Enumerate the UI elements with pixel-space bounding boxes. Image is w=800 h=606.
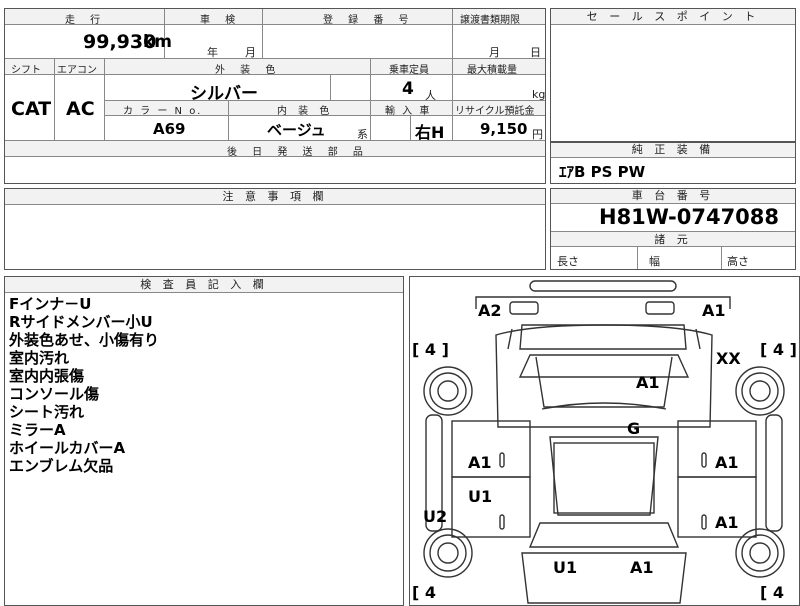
headlight-left [509,301,539,315]
spec-box: 走 行 車 検 登 録 番 号 譲渡書類期限 99,930 km 年 月 月 日… [4,8,546,184]
recycle-unit: 円 [532,128,543,141]
grade-side-left: U2 [423,507,448,526]
caution-box: 注 意 事 項 欄 [4,188,546,270]
grade-rear-right: A1 [630,558,654,577]
wheel-rl [423,528,473,578]
door-rl-outline [451,476,531,538]
note-line: シート汚れ [9,403,85,421]
max-load-label: 最大積載量 [467,65,517,76]
recycle-label: リサイクル預託金 [455,106,535,117]
note-line: コンソール傷 [9,385,100,403]
body-front [495,324,713,428]
capacity-label: 乗車定員 [389,65,429,76]
wheel-fl [423,366,473,416]
mileage-label: 走 行 [65,15,107,26]
roof [549,436,659,516]
front-bumper-bar [529,280,677,292]
rear-window [528,522,680,548]
sales-point-label: セ ー ル ス ポ イ ン ト [551,9,795,25]
windshield [518,354,690,378]
tire-fl-tread: [ 4 ] [412,340,449,359]
interior-value: ベージュ [267,121,326,139]
grille [519,324,687,350]
genuine-label: 純 正 装 備 [551,143,795,158]
later-parts-label: 後 日 発 送 部 品 [227,147,369,158]
ac-label: エアコン [57,65,97,76]
tire-fr-tread: [ 4 ] [760,340,797,359]
note-line: 外装色あせ、小傷有り [9,331,160,349]
transfer-day: 日 [530,46,541,59]
note-line: 室内汚れ [9,349,70,367]
wheel-rr [735,528,785,578]
month-unit: 月 [245,46,256,59]
color-no-label: カ ラ ー N o. [123,106,203,117]
grade-door-fr: A1 [715,453,739,472]
grade-door-rl: U1 [468,487,493,506]
tire-rr-tread: [ 4 [760,583,785,602]
side-strip-right [765,414,783,532]
length-label: 長さ [557,255,579,268]
grade-front-left: A2 [478,301,502,320]
tire-rl-tread: [ 4 [412,583,437,602]
headlight-right [645,301,675,315]
color-no-value: A69 [153,120,186,138]
transfer-month: 月 [489,46,500,59]
year-unit: 年 [207,46,218,59]
registration-label: 登 録 番 号 [323,15,415,26]
shift-label: シフト [11,65,41,76]
interior-label: 内 装 色 [277,106,334,117]
front-outline [475,296,731,309]
dims-label: 諸 元 [551,231,795,247]
note-line: Rサイドメンバー小U [9,313,153,331]
transfer-label: 譲渡書類期限 [460,15,520,26]
ac-value: AC [66,98,95,120]
inspector-box: 検 査 員 記 入 欄 Fインナ－U Rサイドメンバー小U 外装色あせ、小傷有り… [4,276,404,606]
tailgate [521,552,687,604]
grade-fender-right: XX [716,349,741,368]
capacity-value: 4 [402,79,414,99]
grade-front-right: A1 [702,301,726,320]
inspection-label: 車 検 [200,15,242,26]
width-label: 幅 [649,255,660,268]
genuine-equipment-box: 純 正 装 備 ｴｱB PS PW [550,142,796,184]
sales-point-box: セ ー ル ス ポ イ ン ト [550,8,796,142]
inspector-notes: Fインナ－U Rサイドメンバー小U 外装色あせ、小傷有り 室内汚れ 室内内張傷 … [9,295,159,475]
note-line: エンブレム欠品 [9,457,114,475]
import-label: 輸 入 車 [385,106,432,117]
inspector-label: 検 査 員 記 入 欄 [5,277,403,293]
grade-door-fl: A1 [468,453,492,472]
handle-value: 右H [415,123,445,142]
grade-roof: G [627,419,641,438]
grade-rear-left: U1 [553,558,578,577]
max-load-unit: kg [532,88,546,101]
chassis-box: 車 台 番 号 H81W-0747088 諸 元 長さ 幅 高さ [550,188,796,270]
caution-label: 注 意 事 項 欄 [5,189,545,205]
note-line: 室内内張傷 [9,367,85,385]
chassis-label: 車 台 番 号 [551,189,795,204]
height-label: 高さ [727,255,749,268]
note-line: ミラーA [9,421,66,439]
wheel-fr [735,366,785,416]
interior-suffix: 系 [357,128,368,141]
grade-hood: A1 [636,373,660,392]
car-diagram [423,280,785,604]
recycle-amount: 9,150 [480,120,528,138]
note-line: Fインナ－U [9,295,92,313]
grade-door-rr: A1 [715,513,739,532]
exterior-color-label: 外 装 色 [215,65,282,76]
chassis-value: H81W-0747088 [599,205,780,229]
note-line: ホイールカバーA [9,439,126,457]
car-diagram-box: [ 4 ] [ 4 ] [ 4 [ 4 A2 A1 XX A1 G A1 A1 … [409,276,800,606]
genuine-value: ｴｱB PS PW [559,163,646,181]
shift-value: CAT [11,98,52,120]
